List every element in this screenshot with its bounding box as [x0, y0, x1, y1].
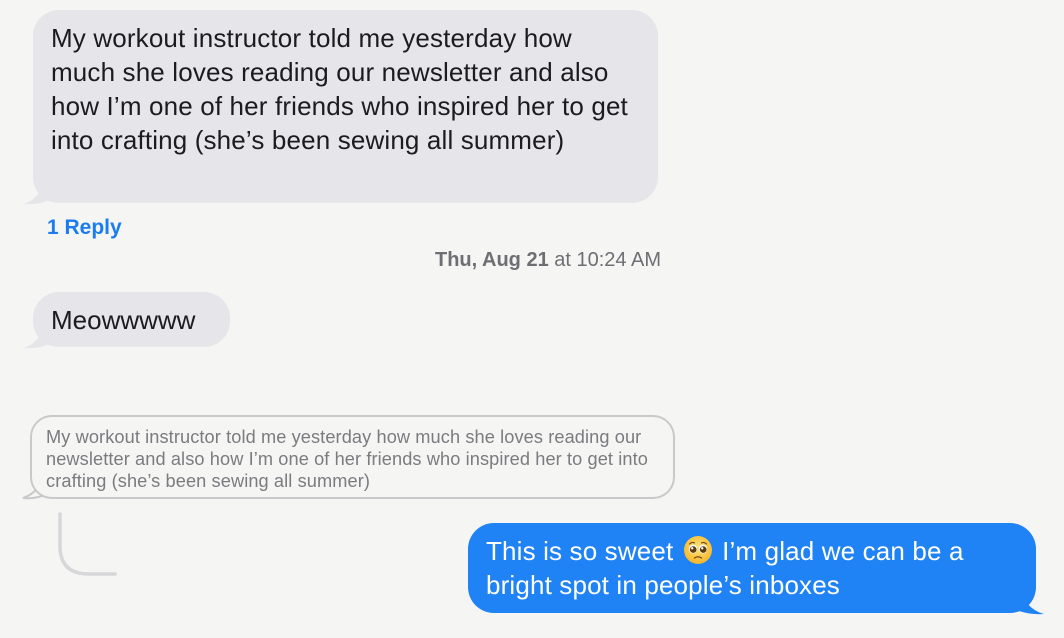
timestamp: Thu, Aug 21 at 10:24 AM — [435, 247, 661, 273]
thread-reply-link[interactable]: 1 Reply — [47, 215, 122, 241]
quoted-message[interactable]: My workout instructor told me yesterday … — [30, 415, 675, 499]
message-text: Meowwwww — [51, 305, 196, 335]
message-text: My workout instructor told me yesterday … — [51, 23, 628, 155]
quoted-message-text: My workout instructor told me yesterday … — [46, 427, 648, 491]
message-bubble-sent[interactable]: This is so sweet I’m glad we can be a br… — [468, 523, 1036, 613]
message-bubble-received[interactable]: My workout instructor told me yesterday … — [33, 10, 658, 203]
timestamp-day: Thu, Aug 21 — [434, 249, 549, 271]
message-text-part: This is so sweet — [486, 536, 674, 566]
thread-connector-line — [58, 512, 117, 576]
message-bubble-received[interactable]: Meowwwww — [33, 292, 230, 347]
pleading-face-emoji-icon — [683, 536, 712, 564]
timestamp-time: at 10:24 AM — [554, 249, 661, 271]
